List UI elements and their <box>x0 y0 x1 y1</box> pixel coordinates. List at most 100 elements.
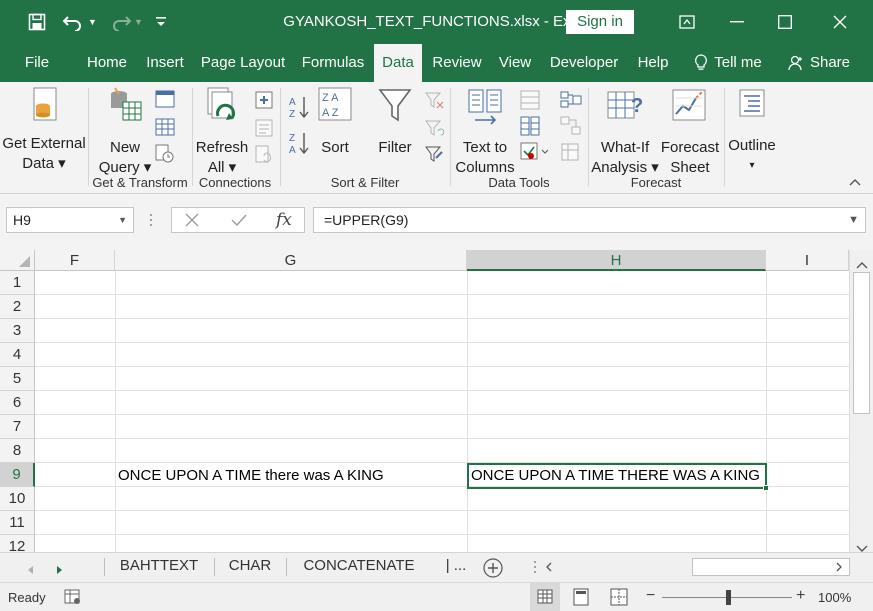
horizontal-scroll-thumb[interactable] <box>692 558 850 576</box>
fill-handle[interactable] <box>763 485 769 491</box>
share-button[interactable]: Share <box>784 44 854 82</box>
row-header-8[interactable]: 8 <box>0 439 35 463</box>
row-header-9[interactable]: 9 <box>0 463 35 487</box>
save-icon[interactable] <box>22 8 52 36</box>
tab-file[interactable]: File <box>14 44 60 82</box>
minimize-icon[interactable] <box>714 0 760 44</box>
status-bar: Ready − + 100% <box>0 582 873 611</box>
normal-view-icon[interactable] <box>530 583 560 611</box>
expand-formula-bar-icon[interactable]: ▼ <box>848 208 859 232</box>
row-header-3[interactable]: 3 <box>0 319 35 343</box>
row-header-2[interactable]: 2 <box>0 295 35 319</box>
row-header-5[interactable]: 5 <box>0 367 35 391</box>
text-to-columns-button[interactable]: Text to Columns <box>452 86 518 178</box>
database-doc-icon <box>33 87 57 121</box>
tab-data[interactable]: Data <box>374 44 422 83</box>
row-header-6[interactable]: 6 <box>0 391 35 415</box>
zoom-slider-thumb[interactable] <box>726 590 731 605</box>
collapse-ribbon-icon[interactable] <box>848 174 864 190</box>
formula-bar: H9 ▼ fx =UPPER(G9) ▼ <box>0 194 873 250</box>
forecast-sheet-button[interactable]: Forecast Sheet <box>658 86 722 178</box>
sort-z-to-a-icon[interactable]: ZA <box>288 130 310 161</box>
vertical-scroll-thumb[interactable] <box>853 272 870 414</box>
zoom-in-icon[interactable]: + <box>796 588 805 604</box>
page-layout-view-icon[interactable] <box>572 588 590 609</box>
column-header-i[interactable]: I <box>766 250 849 271</box>
tab-home[interactable]: Home <box>80 44 134 82</box>
row-header-7[interactable]: 7 <box>0 415 35 439</box>
ribbon-display-options-icon[interactable] <box>664 0 710 44</box>
sign-in-button[interactable]: Sign in <box>566 10 634 34</box>
sheet-tab-more[interactable]: | ... <box>434 555 478 579</box>
cell-g9[interactable]: ONCE UPON A TIME there was A KING <box>118 464 464 488</box>
undo-icon[interactable]: ▼ <box>60 8 100 36</box>
undo-dropdown-icon[interactable]: ▼ <box>88 17 97 27</box>
title-bar: ▼ ▼ GYANKOSH_TEXT_FUNCTIONS.xlsx - Excel… <box>0 0 873 44</box>
tab-insert[interactable]: Insert <box>140 44 190 82</box>
column-header-h[interactable]: H <box>467 250 766 271</box>
select-all-corner[interactable] <box>0 250 35 271</box>
zoom-level[interactable]: 100% <box>818 590 851 605</box>
what-if-analysis-button[interactable]: ? What-If Analysis ▾ <box>590 86 660 178</box>
get-external-data-button[interactable]: Get External Data ▾ <box>2 86 86 174</box>
column-header-f[interactable]: F <box>35 250 115 271</box>
remove-duplicates-icon[interactable] <box>520 116 540 141</box>
formula-input[interactable]: =UPPER(G9) ▼ <box>313 207 866 233</box>
tab-split-handle-icon[interactable] <box>532 559 538 575</box>
prev-sheet-icon[interactable] <box>26 562 34 580</box>
customize-qat-icon[interactable] <box>150 8 172 36</box>
name-box-dropdown-icon[interactable]: ▼ <box>118 208 127 232</box>
vertical-scrollbar[interactable] <box>849 250 873 552</box>
enter-icon[interactable] <box>230 212 248 233</box>
sort-button[interactable]: Z AA Z Sort <box>312 86 358 158</box>
recent-sources-icon[interactable] <box>155 144 175 169</box>
sort-a-to-z-icon[interactable]: AZ <box>288 94 310 125</box>
maximize-icon[interactable] <box>762 0 808 44</box>
cancel-icon[interactable] <box>184 212 200 233</box>
ribbon-tabs: File Home Insert Page Layout Formulas Da… <box>0 44 873 83</box>
data-validation-icon[interactable] <box>520 142 550 167</box>
ribbon: Get External Data ▾ New Query ▾ Get & Tr… <box>0 82 873 194</box>
row-header-10[interactable]: 10 <box>0 487 35 511</box>
scroll-left-icon[interactable] <box>542 558 556 576</box>
sheet-tab-concatenate[interactable]: CONCATENATE <box>288 555 430 579</box>
tell-me-search[interactable]: Tell me <box>686 44 770 82</box>
worksheet-grid[interactable]: F G H I 1 2 3 4 5 6 7 8 9 10 11 12 ONCE … <box>0 250 849 552</box>
edit-links-icon <box>254 144 274 169</box>
group-label-connections: Connections <box>198 175 272 190</box>
refresh-all-button[interactable]: Refresh All ▾ <box>194 86 250 178</box>
row-header-4[interactable]: 4 <box>0 343 35 367</box>
page-break-preview-icon[interactable] <box>610 588 628 609</box>
from-table-icon[interactable] <box>155 118 175 143</box>
macro-recorder-icon[interactable] <box>64 588 82 609</box>
add-sheet-icon[interactable] <box>482 557 504 584</box>
group-label-forecast: Forecast <box>630 175 682 190</box>
row-header-12[interactable]: 12 <box>0 535 35 552</box>
outline-button[interactable]: Outline ▾ <box>726 86 778 176</box>
advanced-filter-icon[interactable] <box>424 144 444 169</box>
insert-function-icon[interactable]: fx <box>276 208 292 232</box>
tab-review[interactable]: Review <box>428 44 486 82</box>
tab-help[interactable]: Help <box>632 44 674 82</box>
tab-formulas[interactable]: Formulas <box>298 44 368 82</box>
connections-icon[interactable] <box>254 90 274 115</box>
name-box[interactable]: H9 ▼ <box>6 207 134 233</box>
show-queries-icon[interactable] <box>155 90 175 115</box>
scroll-right-icon[interactable] <box>832 558 846 576</box>
drag-handle-icon[interactable] <box>148 212 154 228</box>
sheet-tab-char[interactable]: CHAR <box>216 555 284 579</box>
row-header-1[interactable]: 1 <box>0 271 35 295</box>
consolidate-icon[interactable] <box>560 90 582 115</box>
column-header-g[interactable]: G <box>115 250 467 271</box>
filter-button[interactable]: Filter <box>370 86 420 158</box>
next-sheet-icon[interactable] <box>56 562 64 580</box>
properties-icon <box>254 118 274 143</box>
row-header-11[interactable]: 11 <box>0 511 35 535</box>
new-query-button[interactable]: New Query ▾ <box>94 86 156 178</box>
tab-developer[interactable]: Developer <box>544 44 624 82</box>
zoom-out-icon[interactable]: − <box>646 588 655 604</box>
tab-view[interactable]: View <box>492 44 538 82</box>
sheet-tab-bahttext[interactable]: BAHTTEXT <box>106 555 212 579</box>
close-icon[interactable] <box>817 0 863 44</box>
tab-page-layout[interactable]: Page Layout <box>196 44 290 82</box>
